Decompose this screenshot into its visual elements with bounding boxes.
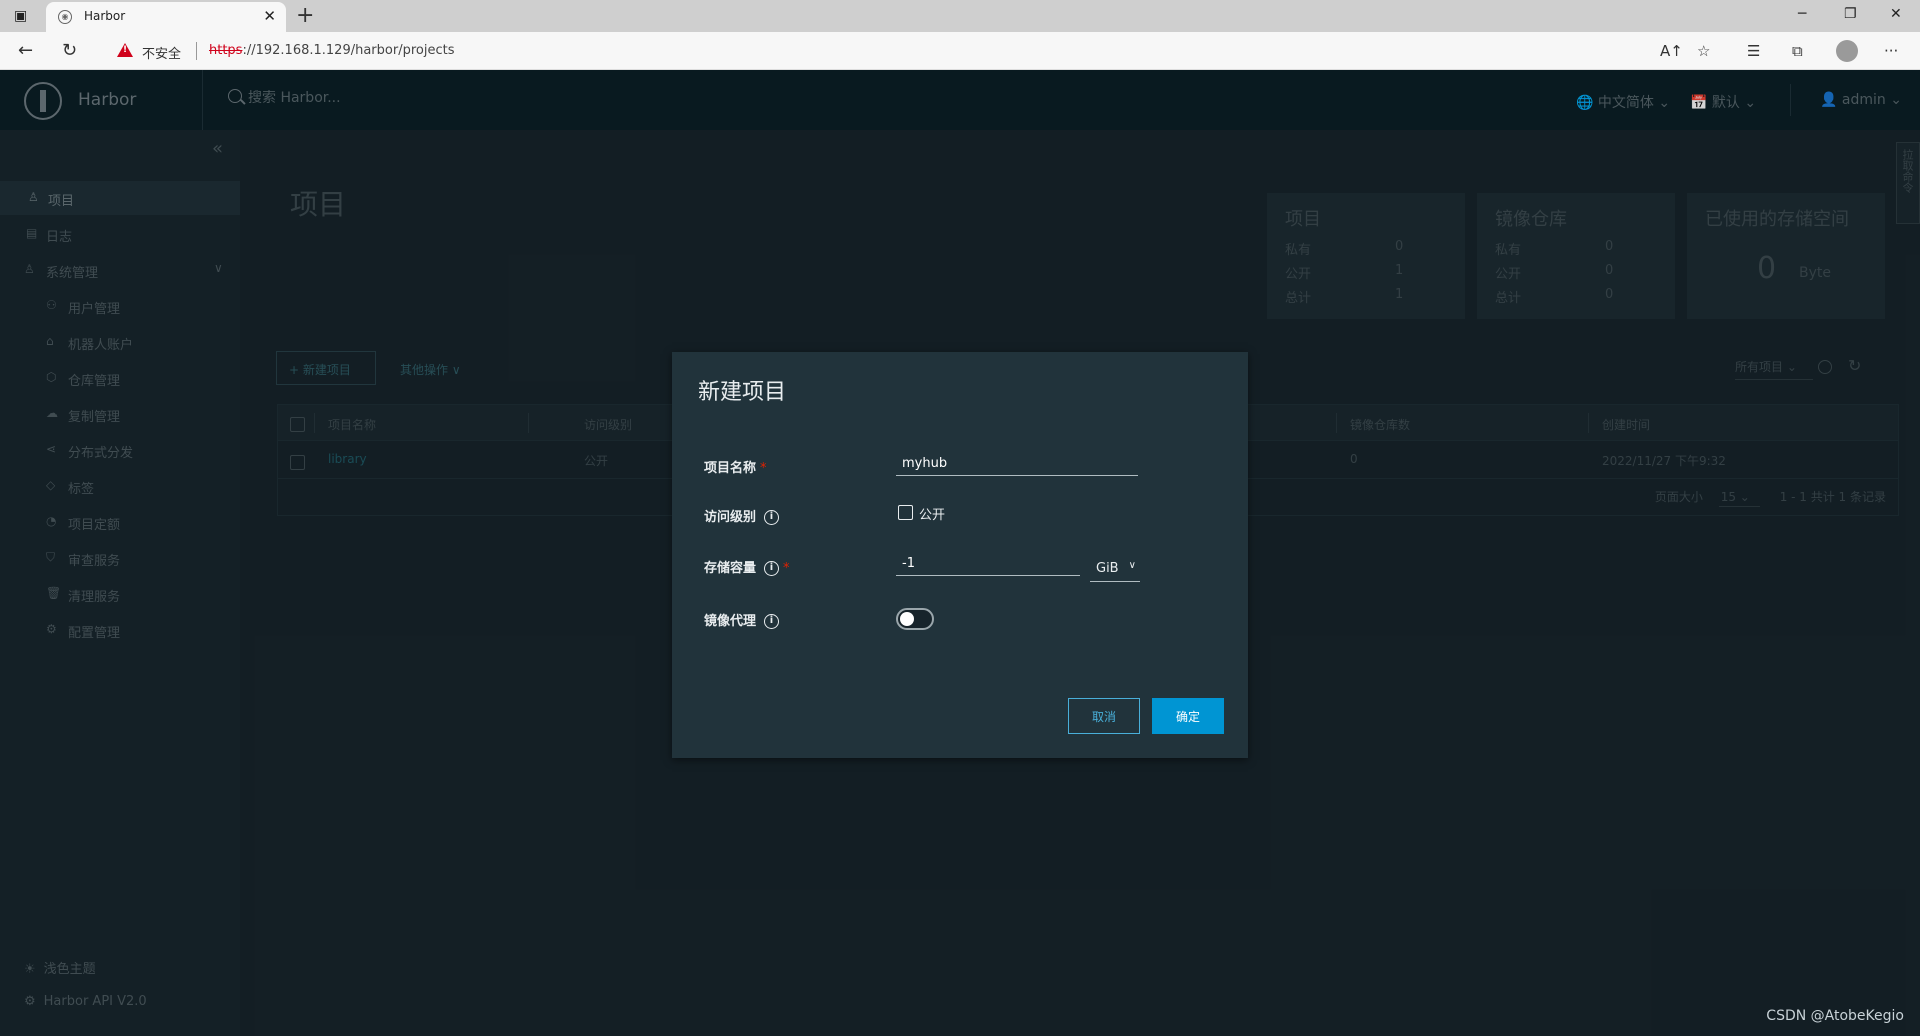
proxy-cache-label: 镜像代理 i (704, 610, 780, 629)
label-text: 访问级别 (704, 510, 757, 525)
read-aloud-icon[interactable]: A↑ (1660, 42, 1683, 60)
profile-avatar[interactable] (1836, 40, 1858, 62)
browser-tab-title: Harbor (84, 9, 126, 23)
new-project-dialog: 新建项目 项目名称* 访问级别i 公开 存储容量i* GiB∨ 镜像代理i 取消… (672, 352, 1248, 758)
new-tab-icon[interactable]: + (296, 3, 314, 28)
warning-mark: ! (123, 45, 128, 55)
project-name-label: 项目名称 * (704, 457, 767, 476)
info-icon[interactable]: i (764, 561, 780, 576)
tab-actions-icon[interactable]: ▣ (14, 8, 32, 24)
url-field[interactable]: https://192.168.1.129/harbor/projects (209, 43, 454, 58)
back-icon[interactable]: ← (18, 40, 33, 61)
collections-icon[interactable]: ⧉ (1792, 42, 1803, 60)
required-mark: * (783, 561, 790, 576)
storage-quota-input[interactable] (896, 552, 1080, 576)
address-separator (196, 42, 197, 60)
storage-quota-label: 存储容量 i * (704, 557, 790, 576)
favorite-star-icon[interactable]: ☆ (1697, 42, 1710, 60)
url-scheme: https (209, 43, 243, 58)
public-checkbox[interactable] (898, 505, 913, 520)
browser-tab[interactable]: ◉ Harbor ✕ (46, 2, 286, 32)
proxy-cache-toggle[interactable] (896, 608, 934, 630)
chevron-down-icon: ∨ (1128, 560, 1136, 571)
reload-icon[interactable]: ↻ (62, 40, 77, 61)
dialog-title: 新建项目 (698, 380, 787, 405)
browser-tab-bar: ▣ ◉ Harbor ✕ + ─ ❐ ✕ (0, 0, 1920, 32)
minimize-icon[interactable]: ─ (1798, 6, 1806, 22)
project-name-input[interactable] (896, 452, 1138, 476)
public-checkbox-label[interactable]: 公开 (919, 504, 945, 523)
ok-button[interactable]: 确定 (1152, 698, 1224, 734)
browser-address-bar: ← ↻ ! 不安全 https://192.168.1.129/harbor/p… (0, 32, 1920, 70)
access-level-label: 访问级别 i (704, 506, 780, 525)
harbor-favicon-icon: ◉ (58, 10, 72, 24)
info-icon[interactable]: i (764, 510, 780, 525)
url-path: ://192.168.1.129/harbor/projects (242, 43, 455, 58)
quota-unit-select[interactable]: GiB ∨ (1090, 557, 1140, 582)
cancel-button[interactable]: 取消 (1068, 698, 1140, 734)
label-text: 项目名称 (704, 461, 757, 476)
label-text: 镜像代理 (704, 614, 757, 629)
info-icon[interactable]: i (764, 614, 780, 629)
quota-unit-value: GiB (1096, 561, 1119, 576)
favorites-icon[interactable]: ☰ (1747, 42, 1760, 60)
close-tab-icon[interactable]: ✕ (263, 7, 276, 25)
insecure-label[interactable]: 不安全 (142, 43, 181, 62)
label-text: 存储容量 (704, 561, 757, 576)
restore-icon[interactable]: ❐ (1844, 6, 1857, 22)
watermark: CSDN @AtobeKegio (1766, 1008, 1904, 1024)
more-icon[interactable]: ··· (1884, 42, 1898, 60)
close-window-icon[interactable]: ✕ (1890, 6, 1902, 22)
required-mark: * (760, 461, 767, 476)
